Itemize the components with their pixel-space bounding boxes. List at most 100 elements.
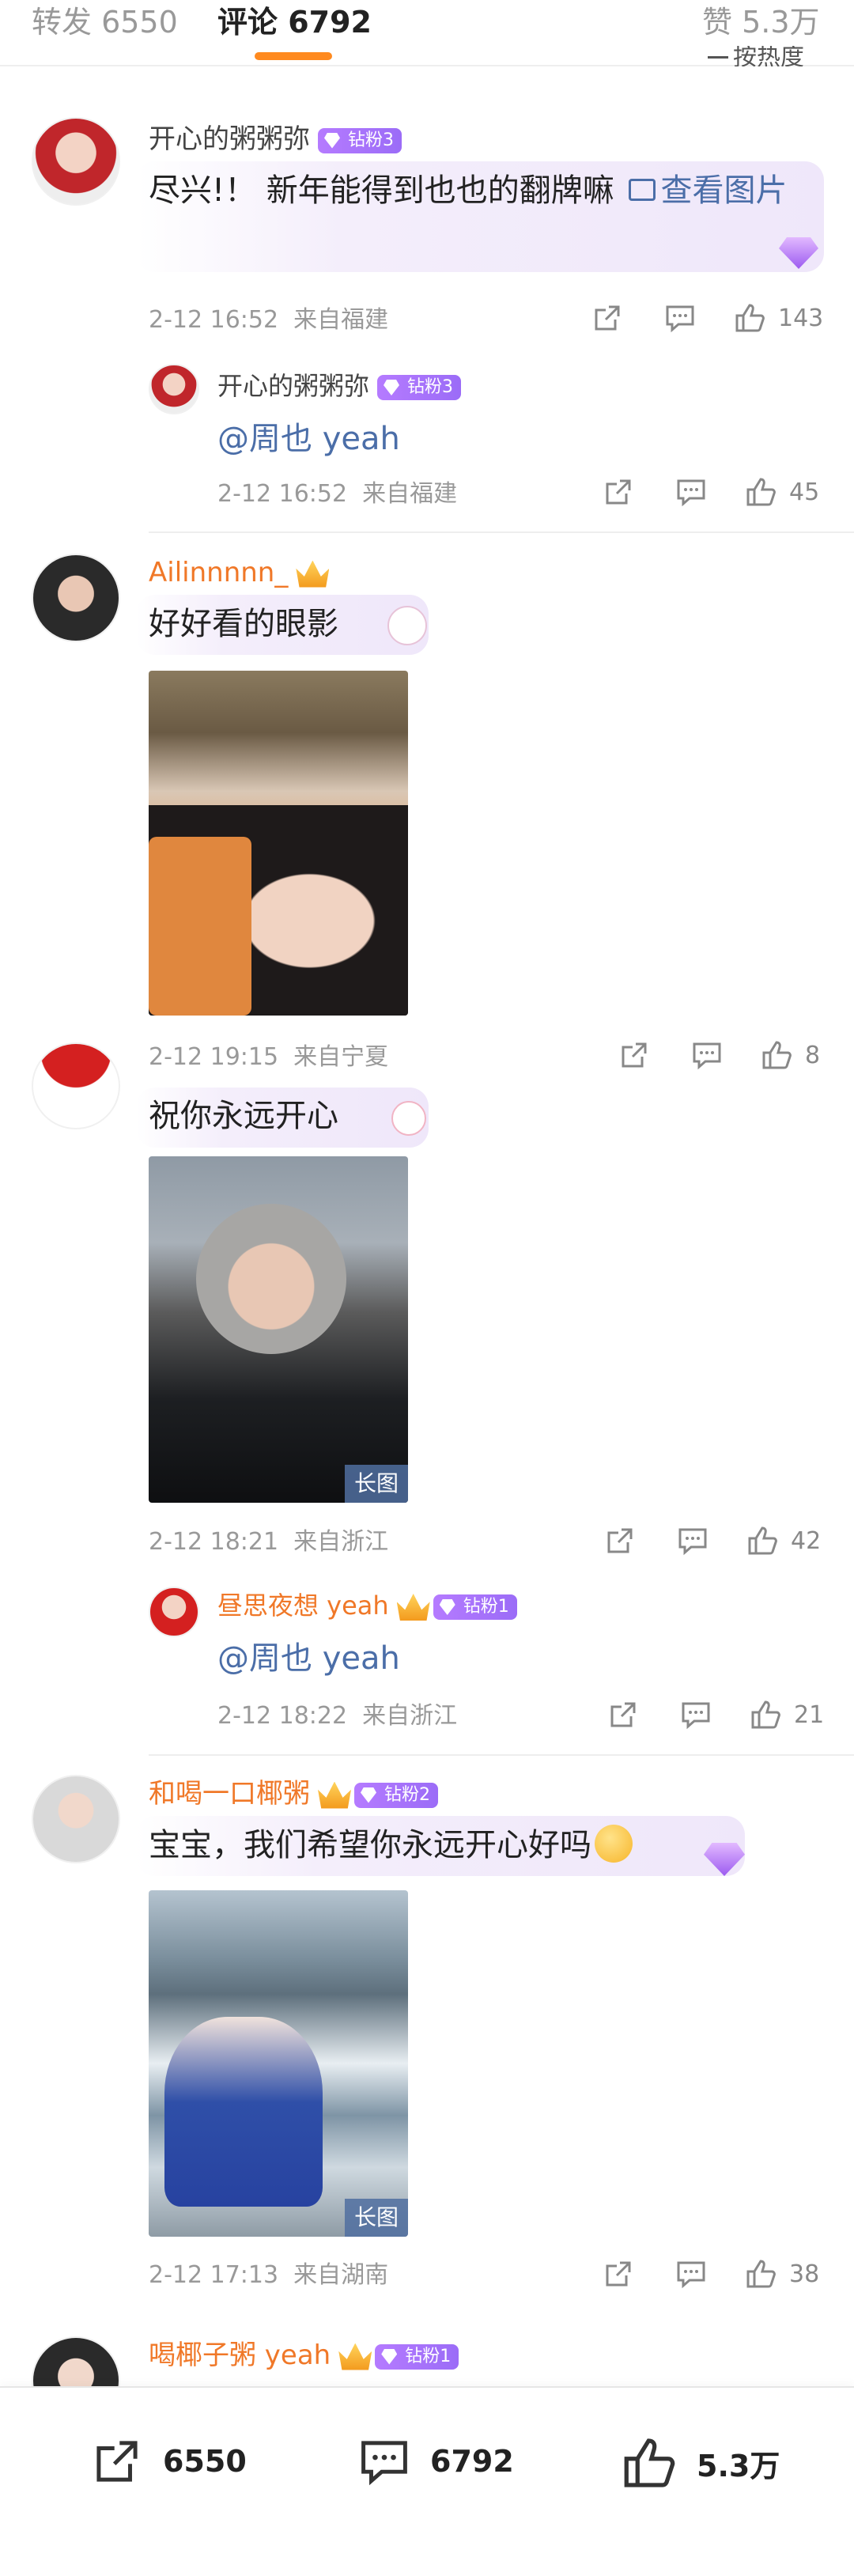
repost-button[interactable]: 6550 <box>89 2435 247 2487</box>
username-text: 和喝一口椰粥 <box>149 1778 310 1810</box>
comment-meta: 2-12 16:52 来自福建 <box>149 305 388 336</box>
avatar[interactable] <box>149 1587 199 1637</box>
comment-time: 2-12 16:52 <box>149 306 279 334</box>
share-button[interactable] <box>604 1525 636 1557</box>
repost-count: 6550 <box>163 2444 247 2479</box>
share-button[interactable] <box>607 1699 639 1731</box>
comment-icon <box>677 479 705 507</box>
avatar[interactable] <box>32 554 120 642</box>
like-button[interactable]: 8 <box>761 1039 820 1071</box>
comment-time: 2-12 19:15 <box>149 1043 279 1071</box>
image-icon <box>629 179 656 201</box>
share-button[interactable] <box>591 302 623 334</box>
mention-link[interactable]: @周也 yeah <box>217 1640 400 1677</box>
cake-sticker-icon <box>391 1101 426 1136</box>
share-icon <box>606 2261 631 2287</box>
crown-icon <box>318 1781 351 1809</box>
view-image-label: 查看图片 <box>660 172 788 209</box>
badge-label: 钻粉2 <box>384 1784 430 1805</box>
comment-icon <box>361 2441 407 2486</box>
crown-icon <box>396 1594 430 1621</box>
like-count: 5.3万 <box>697 2448 780 2483</box>
comment-text: 宝宝，我们希望你永远开心好吗 <box>149 1821 633 1870</box>
reply-button[interactable] <box>677 1525 709 1557</box>
like-count: 42 <box>791 1526 822 1555</box>
reply-username[interactable]: 开心的粥粥弥 钻粉3 <box>217 369 462 403</box>
thumbs-up-icon <box>748 1526 777 1555</box>
comment-username[interactable]: Ailinnnnn_ <box>149 555 330 590</box>
sort-by-hot-button[interactable]: 按热度 <box>708 46 804 66</box>
username-text: 开心的粥粥弥 <box>217 371 370 401</box>
comment-meta: 2-12 19:15 来自宁夏 <box>149 1042 388 1073</box>
tab-comment[interactable]: 评论 6792 <box>217 0 372 44</box>
sort-label: 按热度 <box>733 46 804 66</box>
share-icon <box>606 479 631 505</box>
view-image-link[interactable]: 查看图片 <box>624 172 787 209</box>
reply-button[interactable] <box>675 476 707 508</box>
comment-body: 好好看的眼影 <box>149 606 338 642</box>
comment-location: 来自福建 <box>293 306 389 334</box>
reply-button[interactable] <box>691 1039 723 1071</box>
comment-count: 6792 <box>430 2444 514 2479</box>
like-count: 21 <box>794 1700 825 1729</box>
like-button[interactable]: 38 <box>745 2258 819 2290</box>
like-button[interactable]: 143 <box>734 302 823 334</box>
badge-label: 钻粉1 <box>463 1597 509 1617</box>
comment-photo[interactable]: 长图 <box>149 1890 408 2237</box>
comment-body: 宝宝，我们希望你永远开心好吗 <box>149 1827 591 1863</box>
comment-icon <box>693 1042 721 1070</box>
share-icon <box>607 1528 633 1553</box>
like-button[interactable]: 42 <box>746 1525 821 1557</box>
tab-like[interactable]: 赞 5.3万 <box>702 0 820 44</box>
avatar[interactable] <box>32 117 120 206</box>
long-image-label: 长图 <box>344 2199 408 2237</box>
comment-button[interactable]: 6792 <box>356 2435 514 2487</box>
comment-username[interactable]: 和喝一口椰粥 钻粉2 <box>149 1776 438 1811</box>
thumbs-up-icon <box>762 1041 792 1069</box>
comment-photo[interactable] <box>149 671 408 1016</box>
long-image-text: 长图 <box>353 1470 399 1496</box>
photo-phone-area <box>149 837 251 1016</box>
fan-badge: 钻粉1 <box>375 2343 459 2370</box>
share-button[interactable] <box>618 1039 650 1071</box>
badge-label: 钻粉1 <box>405 2346 452 2366</box>
long-image-text: 长图 <box>353 2204 399 2230</box>
avatar[interactable] <box>32 1775 120 1863</box>
tab-repost[interactable]: 转发 6550 <box>32 0 178 44</box>
reply-meta: 2-12 16:52 来自福建 <box>217 479 457 510</box>
mention-link[interactable]: @周也 yeah <box>217 421 400 457</box>
comment-meta: 2-12 17:13 来自湖南 <box>149 2260 388 2291</box>
comment-username[interactable]: 开心的粥粥弥 钻粉3 <box>149 122 402 157</box>
share-button[interactable] <box>603 476 634 508</box>
share-button[interactable] <box>603 2258 634 2290</box>
like-count: 38 <box>789 2260 820 2288</box>
badge-label: 钻粉3 <box>407 377 454 397</box>
like-button[interactable]: 21 <box>750 1699 824 1731</box>
comment-tabs: 转发 6550 评论 6792 赞 5.3万 按热度 <box>0 0 854 66</box>
reply-text: @周也 yeah <box>217 414 400 463</box>
like-post-button[interactable]: 5.3万 <box>621 2435 780 2491</box>
comment-body: 祝你永远开心 <box>149 1098 338 1134</box>
username-text: 昼思夜想 yeah <box>217 1591 389 1621</box>
comment-location: 来自湖南 <box>293 2261 389 2289</box>
comment-time: 2-12 18:21 <box>149 1528 279 1556</box>
like-count: 143 <box>778 304 824 332</box>
reply-button[interactable] <box>680 1699 712 1731</box>
thumbs-up-icon <box>735 304 765 332</box>
fan-badge: 钻粉3 <box>318 127 402 153</box>
reply-button[interactable] <box>675 2258 707 2290</box>
like-button[interactable]: 45 <box>745 476 819 508</box>
thumbs-up-icon <box>624 2438 675 2487</box>
photo-face-area <box>196 1204 346 1354</box>
avatar[interactable] <box>32 1042 120 1129</box>
reply-button[interactable] <box>664 302 696 334</box>
divider <box>149 1754 854 1756</box>
avatar[interactable] <box>149 364 199 414</box>
comment-username[interactable]: 喝椰子粥 yeah 钻粉1 <box>149 2338 459 2373</box>
share-icon <box>595 305 620 331</box>
comment-icon <box>666 305 694 333</box>
comment-photo[interactable]: 长图 <box>149 1156 408 1503</box>
reply-username[interactable]: 昼思夜想 yeah 钻粉1 <box>217 1588 517 1623</box>
comment-meta: 2-12 18:21 来自浙江 <box>149 1526 388 1558</box>
fan-badge: 钻粉1 <box>433 1594 517 1620</box>
